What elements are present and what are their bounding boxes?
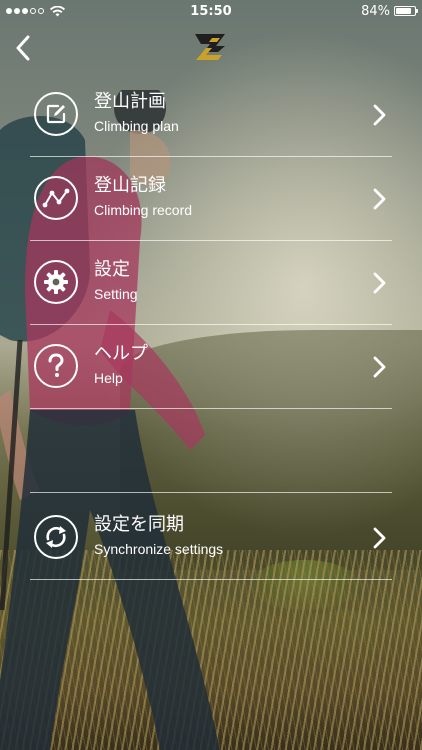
menu-item-title: ヘルプ: [94, 343, 148, 364]
status-time: 15:50: [190, 3, 232, 19]
edit-note-icon: [34, 92, 78, 136]
question-glyph: [48, 353, 64, 377]
menu-item-subtitle: Climbing record: [94, 202, 193, 218]
menu-item-title: 登山計画: [94, 91, 166, 112]
status-bar: 15:50 84%: [0, 0, 422, 22]
gear-glyph: [44, 270, 68, 294]
chevron-right-icon: [373, 527, 386, 549]
battery-percent: 84%: [361, 3, 390, 19]
menu-spacer-row: [30, 409, 392, 493]
chevron-left-icon: [16, 35, 30, 61]
menu-item-climbing-plan[interactable]: 登山計画 Climbing plan: [30, 73, 392, 157]
menu-item-climbing-record[interactable]: 登山記録 Climbing record: [30, 157, 392, 241]
menu-item-title: 登山記録: [94, 175, 166, 196]
chevron-right-icon: [373, 104, 386, 126]
menu-item-subtitle: Setting: [94, 286, 138, 302]
battery-icon: [394, 6, 418, 16]
sync-glyph: [46, 526, 66, 548]
route-graph-icon: [34, 176, 78, 220]
battery-fill: [396, 8, 412, 14]
question-icon: [34, 344, 78, 388]
menu-item-subtitle: Synchronize settings: [94, 541, 224, 557]
menu-item-title: 設定: [94, 259, 130, 280]
route-graph-glyph: [42, 188, 70, 208]
status-right: 84%: [361, 0, 418, 22]
back-button[interactable]: [8, 30, 38, 66]
chevron-right-icon: [373, 272, 386, 294]
menu-item-subtitle: Help: [94, 370, 123, 386]
chevron-right-icon: [373, 356, 386, 378]
app-logo: [195, 34, 225, 60]
menu-item-setting[interactable]: 設定 Setting: [30, 241, 392, 325]
menu-item-sync-settings[interactable]: 設定を同期 Synchronize settings: [30, 496, 392, 580]
gear-icon: [34, 260, 78, 304]
menu-item-title: 設定を同期: [94, 514, 184, 535]
sync-icon: [34, 515, 78, 559]
menu-item-help[interactable]: ヘルプ Help: [30, 325, 392, 409]
edit-note-glyph: [46, 104, 66, 124]
menu-item-subtitle: Climbing plan: [94, 118, 179, 134]
chevron-right-icon: [373, 188, 386, 210]
